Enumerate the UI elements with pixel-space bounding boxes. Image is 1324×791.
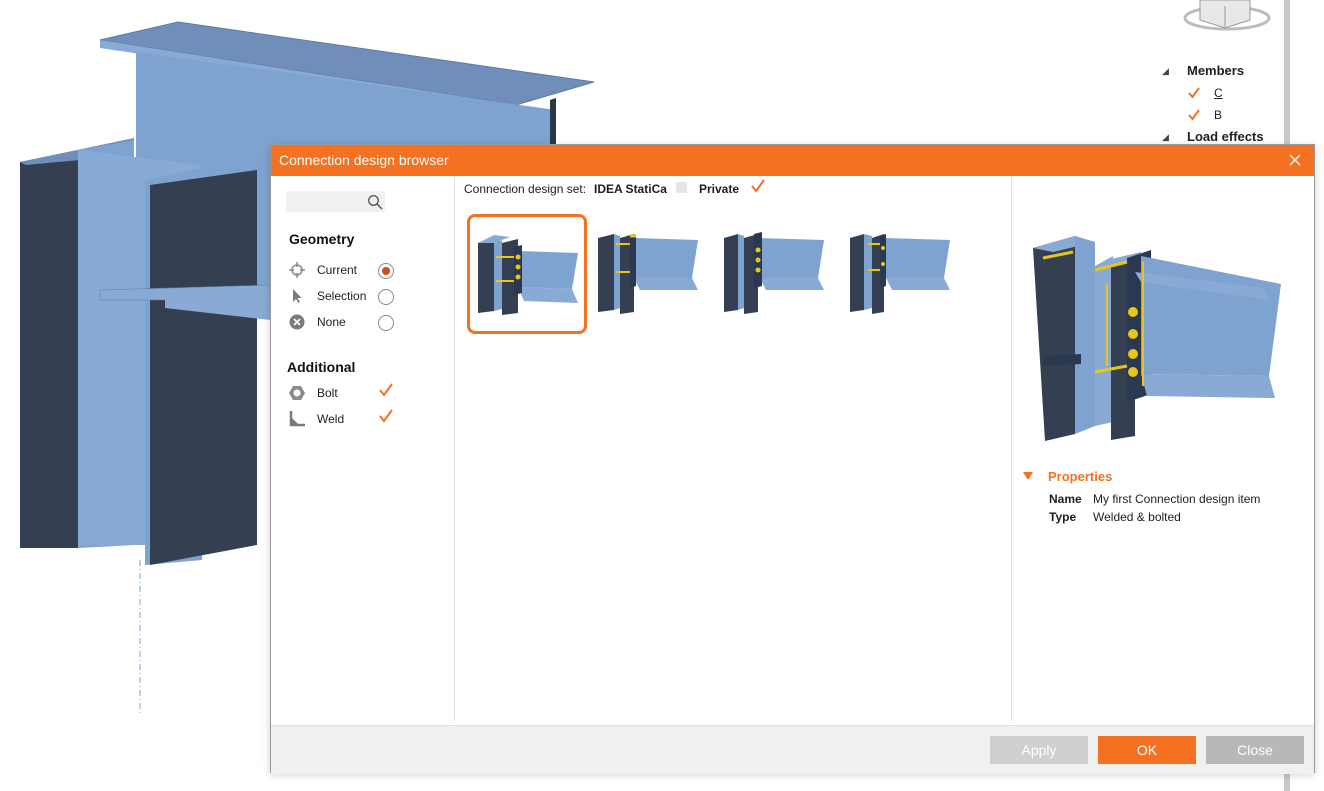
ok-button[interactable]: OK [1098,736,1196,764]
search-icon[interactable] [367,194,383,210]
option-label: None [317,315,346,329]
geometry-none-radio[interactable] [378,315,394,331]
bolt-icon [289,386,305,400]
option-label: Current [317,263,358,277]
close-icon[interactable] [1286,151,1304,169]
dialog-title: Connection design browser [279,152,449,168]
apply-button[interactable]: Apply [990,736,1088,764]
cursor-icon [293,289,302,303]
check-icon[interactable] [1188,87,1200,99]
design-set-label: Connection design set: [464,182,587,196]
design-set-idea-label: IDEA StatiCa [594,182,667,196]
weld-check-icon[interactable] [379,409,393,423]
design-thumbnail-2[interactable] [594,214,714,334]
design-set-private-label: Private [699,182,740,196]
dialog-titlebar[interactable]: Connection design browser [271,145,1314,176]
option-label: Selection [317,289,367,303]
property-name-key: Name [1049,492,1082,506]
bolt-check-icon[interactable] [379,383,393,397]
tree-member-c[interactable]: C [1214,82,1223,104]
view-cube-icon [1183,0,1271,31]
connection-thumbnail-image [598,234,698,314]
triangle-down-icon[interactable] [1023,471,1033,481]
connection-preview-image [1033,236,1281,441]
preview-panel: Properties Name My first Connection desi… [1011,176,1314,721]
property-type-value: Welded & bolted [1093,510,1181,524]
tree-member-b[interactable]: B [1214,104,1222,126]
dialog-footer: Apply OK Close [271,725,1314,774]
check-icon[interactable] [1188,109,1200,121]
connection-thumbnail-image [724,232,824,314]
filter-panel: Geometry Current Selection None Addition… [271,176,455,721]
weld-icon [289,411,305,427]
connection-thumbnail-image [478,235,578,315]
crosshair-icon [289,262,305,278]
close-button[interactable]: Close [1206,736,1304,764]
collapse-arrow-icon[interactable]: ◢ [1162,60,1169,82]
property-type-key: Type [1049,510,1077,524]
geometry-current-radio[interactable] [378,263,394,279]
geometry-section-title: Geometry [289,231,355,247]
properties-title[interactable]: Properties [1048,469,1112,484]
property-name-value: My first Connection design item [1093,492,1261,506]
connection-design-browser-dialog: Connection design browser Geometry Curre… [270,144,1315,774]
none-icon [289,314,305,330]
model-tree: ◢ Members C B ◢ Load effects [1160,60,1280,148]
option-label: Bolt [317,386,338,400]
tree-members-header[interactable]: Members [1187,60,1244,82]
design-list-panel: Connection design set: IDEA StatiCa Priv… [454,176,1012,721]
private-check-icon[interactable] [751,179,765,193]
additional-section-title: Additional [287,359,356,375]
geometry-selection-radio[interactable] [378,289,394,305]
design-thumbnail-4[interactable] [846,214,966,334]
design-thumbnail-3[interactable] [720,214,840,334]
connection-thumbnail-image [850,234,950,314]
idea-statica-checkbox[interactable] [676,182,687,193]
option-label: Weld [317,412,345,426]
design-thumbnail-1[interactable] [467,214,587,334]
